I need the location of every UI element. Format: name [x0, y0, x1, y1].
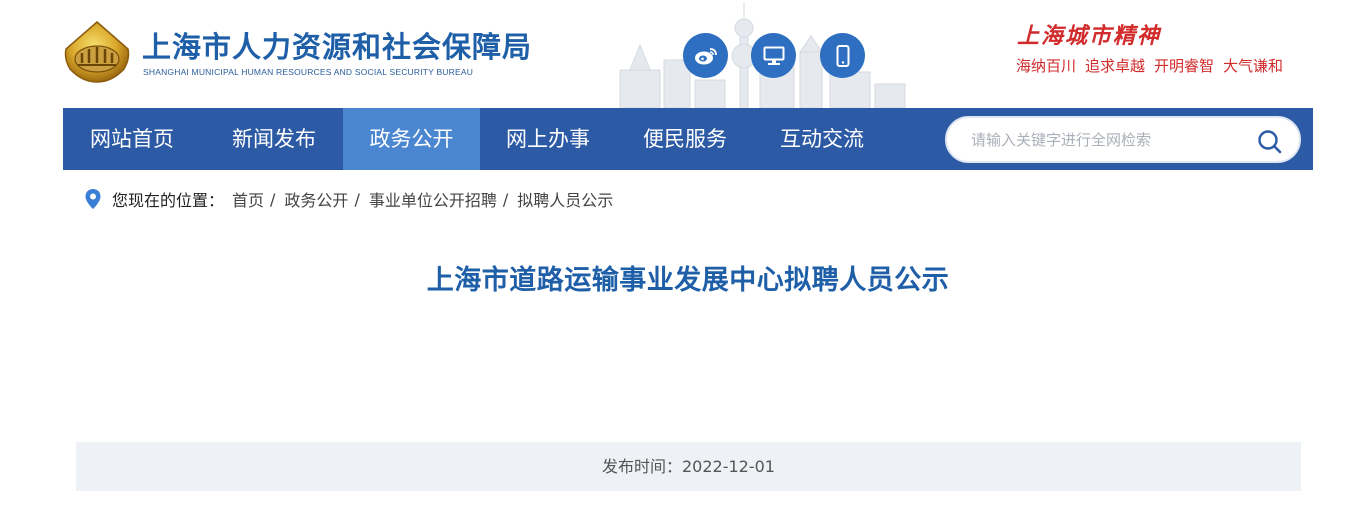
- desktop-version-button[interactable]: [751, 33, 796, 78]
- site-search: [945, 116, 1301, 163]
- nav-item-news[interactable]: 新闻发布: [207, 108, 341, 170]
- mobile-version-button[interactable]: [820, 33, 865, 78]
- weibo-icon: [694, 47, 717, 64]
- breadcrumb-label: 您现在的位置：: [112, 191, 225, 210]
- nav-item-online-services[interactable]: 网上办事: [481, 108, 615, 170]
- search-icon[interactable]: [1257, 129, 1283, 155]
- desktop-icon: [763, 46, 784, 65]
- nav-item-interaction[interactable]: 互动交流: [755, 108, 889, 170]
- city-spirit-title: 上海城市精神: [1017, 23, 1162, 49]
- search-input[interactable]: [971, 128, 1251, 152]
- breadcrumb-separator: /: [354, 189, 360, 209]
- breadcrumb-item-current[interactable]: 拟聘人员公示: [517, 187, 613, 211]
- org-name-en: SHANGHAI MUNICIPAL HUMAN RESOURCES AND S…: [143, 67, 474, 77]
- nav-item-public-services[interactable]: 便民服务: [618, 108, 752, 170]
- breadcrumb-separator: /: [502, 189, 509, 209]
- bureau-emblem-icon[interactable]: [62, 19, 132, 85]
- publish-info-bar: 发布时间：2022-12-01: [76, 442, 1301, 491]
- publish-date: 发布时间：2022-12-01: [602, 457, 775, 476]
- breadcrumb-item-home[interactable]: 首页: [232, 187, 264, 211]
- org-name-cn[interactable]: 上海市人力资源和社会保障局: [142, 24, 532, 66]
- mobile-icon: [836, 44, 849, 67]
- article-title: 上海市道路运输事业发展中心拟聘人员公示: [426, 265, 950, 296]
- spirit-word: 大气谦和: [1223, 57, 1284, 75]
- breadcrumb-item-recruitment[interactable]: 事业单位公开招聘: [369, 187, 497, 211]
- nav-item-government-affairs[interactable]: 政务公开: [343, 108, 480, 170]
- location-pin-icon: [85, 189, 101, 209]
- spirit-word: 海纳百川: [1016, 57, 1077, 75]
- spirit-word: 开明睿智: [1154, 57, 1215, 75]
- city-spirit-words: 海纳百川 追求卓越 开明睿智 大气谦和: [1016, 55, 1283, 76]
- site-header: 上海市人力资源和社会保障局 SHANGHAI MUNICIPAL HUMAN R…: [0, 0, 1370, 108]
- breadcrumb-item-government-affairs[interactable]: 政务公开: [284, 187, 348, 211]
- spirit-word: 追求卓越: [1085, 57, 1146, 75]
- breadcrumb-separator: /: [270, 189, 276, 209]
- nav-item-home[interactable]: 网站首页: [63, 108, 201, 170]
- breadcrumb: 您现在的位置： 首页 / 政务公开 / 事业单位公开招聘 / 拟聘人员公示: [84, 186, 613, 212]
- weibo-button[interactable]: [683, 33, 728, 78]
